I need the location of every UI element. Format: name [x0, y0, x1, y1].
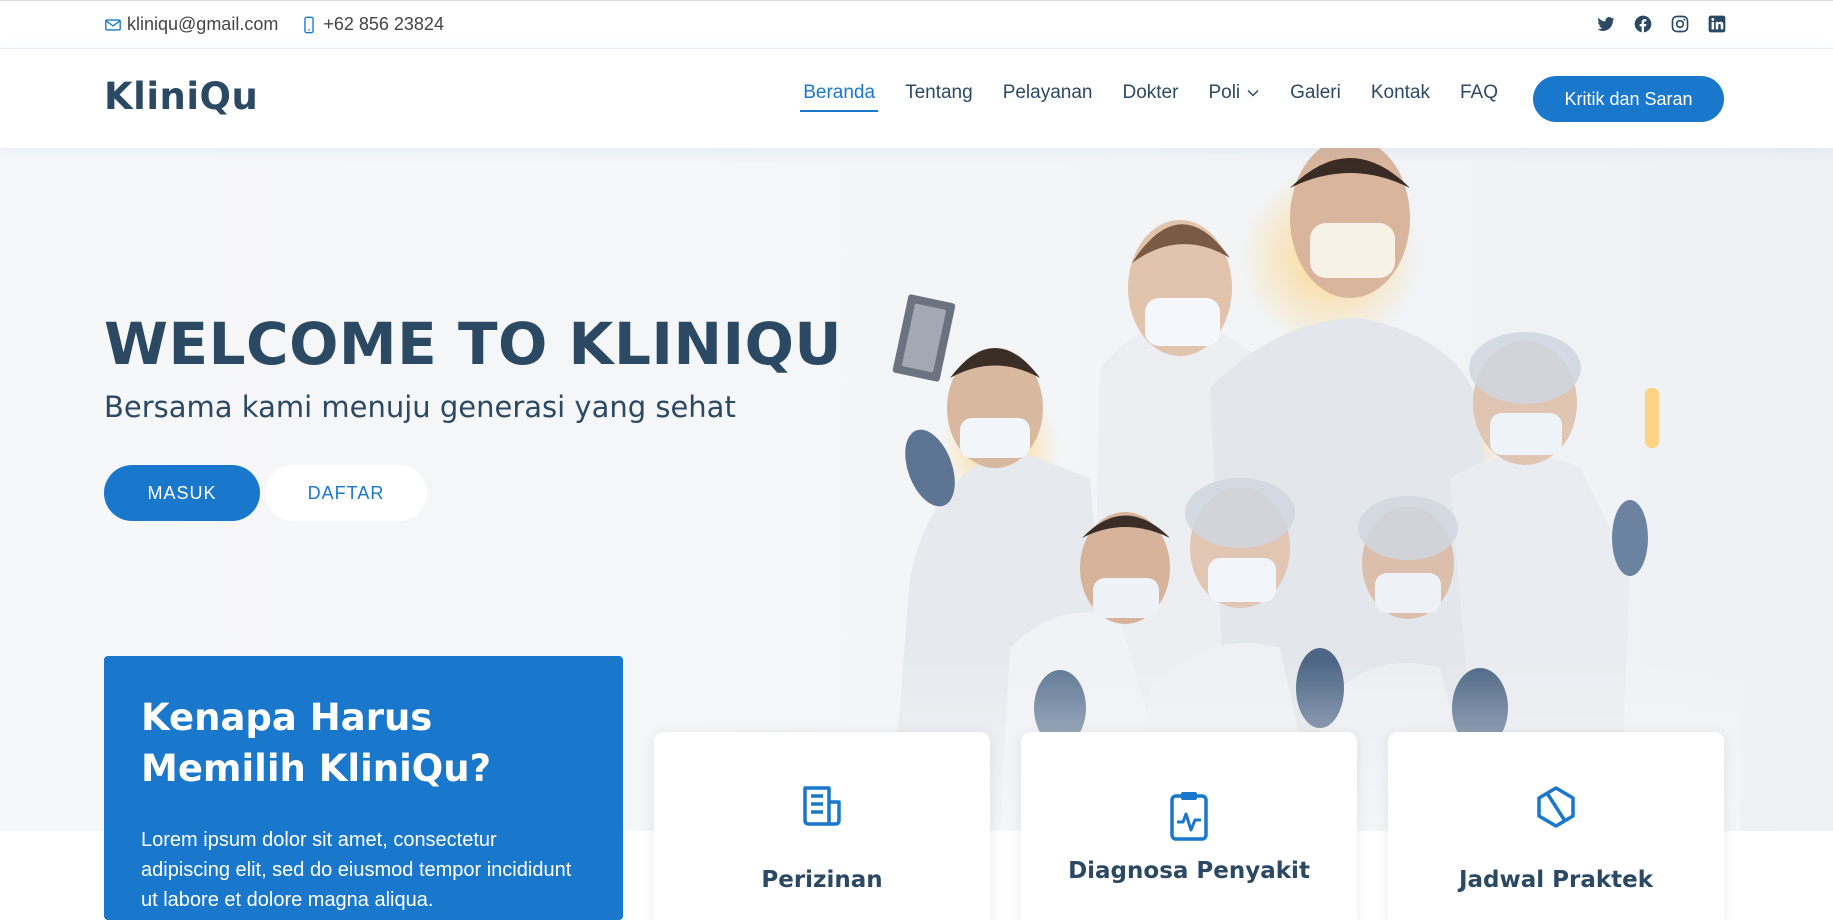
phone-contact[interactable]: +62 856 23824	[300, 14, 444, 35]
card-jadwal[interactable]: Jadwal Praktek	[1388, 732, 1724, 920]
card-diagnosa[interactable]: Diagnosa Penyakit	[1021, 732, 1357, 920]
phone-text: +62 856 23824	[323, 14, 444, 34]
why-choose-box: Kenapa Harus Memilih KliniQu? Lorem ipsu…	[104, 656, 623, 920]
card-title: Perizinan	[761, 867, 883, 893]
kritik-saran-button[interactable]: Kritik dan Saran	[1533, 76, 1724, 122]
linkedin-icon[interactable]	[1707, 14, 1727, 34]
why-title-line1: Kenapa Harus	[141, 696, 433, 739]
why-title-line2: Memilih KliniQu?	[141, 747, 492, 790]
header: KliniQu Beranda Tentang Pelayanan Dokter…	[0, 49, 1833, 148]
nav-poli-label: Poli	[1208, 82, 1241, 103]
contact-info: kliniqu@gmail.com +62 856 23824	[104, 14, 466, 35]
hero-title: WELCOME TO KLINIQU	[104, 310, 843, 378]
facebook-icon[interactable]	[1633, 14, 1653, 34]
nav-beranda[interactable]: Beranda	[800, 82, 878, 112]
nav-kontak[interactable]: Kontak	[1371, 82, 1430, 112]
social-links	[1579, 14, 1727, 34]
nav-poli[interactable]: Poli	[1208, 82, 1260, 112]
why-text: Lorem ipsum dolor sit amet, consectetur …	[141, 829, 572, 911]
why-title: Kenapa Harus Memilih KliniQu?	[141, 692, 586, 794]
email-text: kliniqu@gmail.com	[127, 14, 279, 34]
nav-dokter[interactable]: Dokter	[1122, 82, 1178, 112]
hero-subtitle: Bersama kami menuju generasi yang sehat	[104, 390, 736, 424]
logo[interactable]: KliniQu	[104, 75, 258, 118]
topbar: kliniqu@gmail.com +62 856 23824	[0, 0, 1833, 49]
daftar-button[interactable]: DAFTAR	[265, 465, 427, 521]
document-icon	[803, 786, 841, 826]
nav-tentang[interactable]: Tentang	[905, 82, 973, 112]
chevron-down-icon	[1247, 89, 1259, 97]
twitter-icon[interactable]	[1596, 14, 1616, 34]
phone-icon	[304, 16, 315, 33]
clipboard-pulse-icon	[1170, 792, 1208, 841]
cube-icon	[1537, 786, 1575, 828]
card-title: Diagnosa Penyakit	[1068, 858, 1310, 884]
medical-team-image	[760, 148, 1740, 831]
nav-faq[interactable]: FAQ	[1460, 82, 1498, 112]
card-title: Jadwal Praktek	[1458, 867, 1654, 893]
nav-galeri[interactable]: Galeri	[1290, 82, 1341, 112]
nav-pelayanan[interactable]: Pelayanan	[1003, 82, 1093, 112]
masuk-button[interactable]: MASUK	[104, 465, 260, 521]
instagram-icon[interactable]	[1670, 14, 1690, 34]
envelope-icon	[105, 18, 121, 31]
card-perizinan[interactable]: Perizinan	[654, 732, 990, 920]
email-contact[interactable]: kliniqu@gmail.com	[104, 14, 278, 35]
main-nav: Beranda Tentang Pelayanan Dokter Poli Ga…	[773, 82, 1498, 112]
